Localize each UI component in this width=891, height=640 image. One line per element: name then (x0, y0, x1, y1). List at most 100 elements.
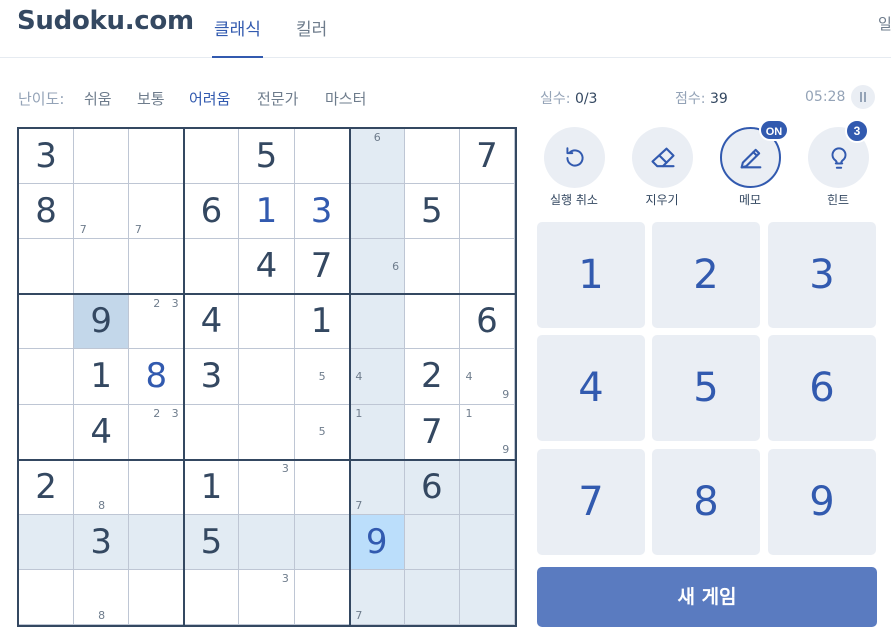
board-cell-r5c9[interactable]: 49 (459, 349, 515, 405)
board-cell-r9c5[interactable]: 3 (239, 569, 295, 625)
erase-button[interactable] (632, 127, 693, 188)
board-cell-r3c8[interactable] (404, 239, 460, 295)
site-logo[interactable]: Sudoku.com (17, 6, 194, 36)
board-cell-r3c7[interactable]: 6 (349, 239, 405, 295)
board-cell-r7c2[interactable]: 8 (74, 459, 130, 515)
board-cell-r1c7[interactable]: 6 (349, 129, 405, 185)
board-cell-r5c3[interactable]: 8 (129, 349, 185, 405)
board-cell-r8c8[interactable] (404, 514, 460, 570)
difficulty-hard[interactable]: 어려움 (189, 88, 230, 109)
new-game-button[interactable]: 새 게임 (537, 567, 877, 627)
board-cell-r2c3[interactable]: 7 (129, 184, 185, 240)
board-cell-r3c2[interactable] (74, 239, 130, 295)
board-cell-r7c5[interactable]: 3 (239, 459, 295, 515)
numpad-key-5[interactable]: 5 (652, 335, 760, 441)
difficulty-master[interactable]: 마스터 (325, 88, 366, 109)
board-cell-r9c2[interactable]: 8 (74, 569, 130, 625)
numpad-key-7[interactable]: 7 (537, 449, 645, 555)
board-cell-r7c4[interactable]: 1 (184, 459, 240, 515)
board-cell-r1c2[interactable] (74, 129, 130, 185)
board-cell-r5c2[interactable]: 1 (74, 349, 130, 405)
board-cell-r4c1[interactable] (19, 294, 75, 350)
board-cell-r5c5[interactable] (239, 349, 295, 405)
board-cell-r8c7[interactable]: 9 (349, 514, 405, 570)
difficulty-expert[interactable]: 전문가 (257, 88, 298, 109)
board-cell-r9c3[interactable] (129, 569, 185, 625)
board-cell-r3c5[interactable]: 4 (239, 239, 295, 295)
board-cell-r4c8[interactable] (404, 294, 460, 350)
board-cell-r9c4[interactable] (184, 569, 240, 625)
board-cell-r1c6[interactable] (294, 129, 350, 185)
board-cell-r3c4[interactable] (184, 239, 240, 295)
board-cell-r6c2[interactable]: 4 (74, 404, 130, 460)
board-cell-r1c8[interactable] (404, 129, 460, 185)
board-cell-r6c6[interactable]: 5 (294, 404, 350, 460)
board-cell-r5c4[interactable]: 3 (184, 349, 240, 405)
board-cell-r1c3[interactable] (129, 129, 185, 185)
board-cell-r8c3[interactable] (129, 514, 185, 570)
board-cell-r2c1[interactable]: 8 (19, 184, 75, 240)
board-cell-r7c1[interactable]: 2 (19, 459, 75, 515)
board-cell-r6c5[interactable] (239, 404, 295, 460)
board-cell-r9c8[interactable] (404, 569, 460, 625)
board-cell-r2c9[interactable] (459, 184, 515, 240)
board-cell-r4c9[interactable]: 6 (459, 294, 515, 350)
board-cell-r4c3[interactable]: 23 (129, 294, 185, 350)
board-cell-r7c8[interactable]: 6 (404, 459, 460, 515)
board-cell-r2c4[interactable]: 6 (184, 184, 240, 240)
board-cell-r6c9[interactable]: 19 (459, 404, 515, 460)
board-cell-r5c6[interactable]: 5 (294, 349, 350, 405)
nav-extra-item[interactable]: 일 (878, 13, 891, 34)
board-cell-r7c9[interactable] (459, 459, 515, 515)
numpad-key-2[interactable]: 2 (652, 222, 760, 328)
board-cell-r5c1[interactable] (19, 349, 75, 405)
board-cell-r1c5[interactable]: 5 (239, 129, 295, 185)
tab-classic[interactable]: 클래식 (212, 13, 263, 58)
board-cell-r5c7[interactable]: 4 (349, 349, 405, 405)
board-cell-r6c1[interactable] (19, 404, 75, 460)
board-cell-r6c3[interactable]: 23 (129, 404, 185, 460)
board-cell-r9c9[interactable] (459, 569, 515, 625)
numpad-key-4[interactable]: 4 (537, 335, 645, 441)
board-cell-r4c2[interactable]: 9 (74, 294, 130, 350)
board-cell-r8c2[interactable]: 3 (74, 514, 130, 570)
board-cell-r3c1[interactable] (19, 239, 75, 295)
undo-button[interactable] (544, 127, 605, 188)
board-cell-r1c9[interactable]: 7 (459, 129, 515, 185)
difficulty-medium[interactable]: 보통 (137, 88, 165, 109)
numpad-key-8[interactable]: 8 (652, 449, 760, 555)
difficulty-easy[interactable]: 쉬움 (84, 88, 112, 109)
board-cell-r3c9[interactable] (459, 239, 515, 295)
board-cell-r4c6[interactable]: 1 (294, 294, 350, 350)
board-cell-r6c8[interactable]: 7 (404, 404, 460, 460)
board-cell-r5c8[interactable]: 2 (404, 349, 460, 405)
board-cell-r6c7[interactable]: 1 (349, 404, 405, 460)
board-cell-r4c5[interactable] (239, 294, 295, 350)
board-cell-r2c2[interactable]: 7 (74, 184, 130, 240)
board-cell-r2c7[interactable] (349, 184, 405, 240)
board-cell-r8c5[interactable] (239, 514, 295, 570)
board-cell-r9c7[interactable]: 7 (349, 569, 405, 625)
board-cell-r2c6[interactable]: 3 (294, 184, 350, 240)
board-cell-r7c7[interactable]: 7 (349, 459, 405, 515)
numpad-key-9[interactable]: 9 (768, 449, 876, 555)
numpad-key-6[interactable]: 6 (768, 335, 876, 441)
board-cell-r3c6[interactable]: 7 (294, 239, 350, 295)
tab-killer[interactable]: 킬러 (296, 13, 327, 57)
board-cell-r9c1[interactable] (19, 569, 75, 625)
board-cell-r8c4[interactable]: 5 (184, 514, 240, 570)
board-cell-r8c9[interactable] (459, 514, 515, 570)
board-cell-r6c4[interactable] (184, 404, 240, 460)
board-cell-r1c4[interactable] (184, 129, 240, 185)
board-cell-r3c3[interactable] (129, 239, 185, 295)
board-cell-r2c5[interactable]: 1 (239, 184, 295, 240)
board-cell-r8c6[interactable] (294, 514, 350, 570)
board-cell-r2c8[interactable]: 5 (404, 184, 460, 240)
board-cell-r7c3[interactable] (129, 459, 185, 515)
numpad-key-3[interactable]: 3 (768, 222, 876, 328)
board-cell-r9c6[interactable] (294, 569, 350, 625)
board-cell-r1c1[interactable]: 3 (19, 129, 75, 185)
board-cell-r4c7[interactable] (349, 294, 405, 350)
numpad-key-1[interactable]: 1 (537, 222, 645, 328)
pause-button[interactable] (851, 85, 875, 109)
